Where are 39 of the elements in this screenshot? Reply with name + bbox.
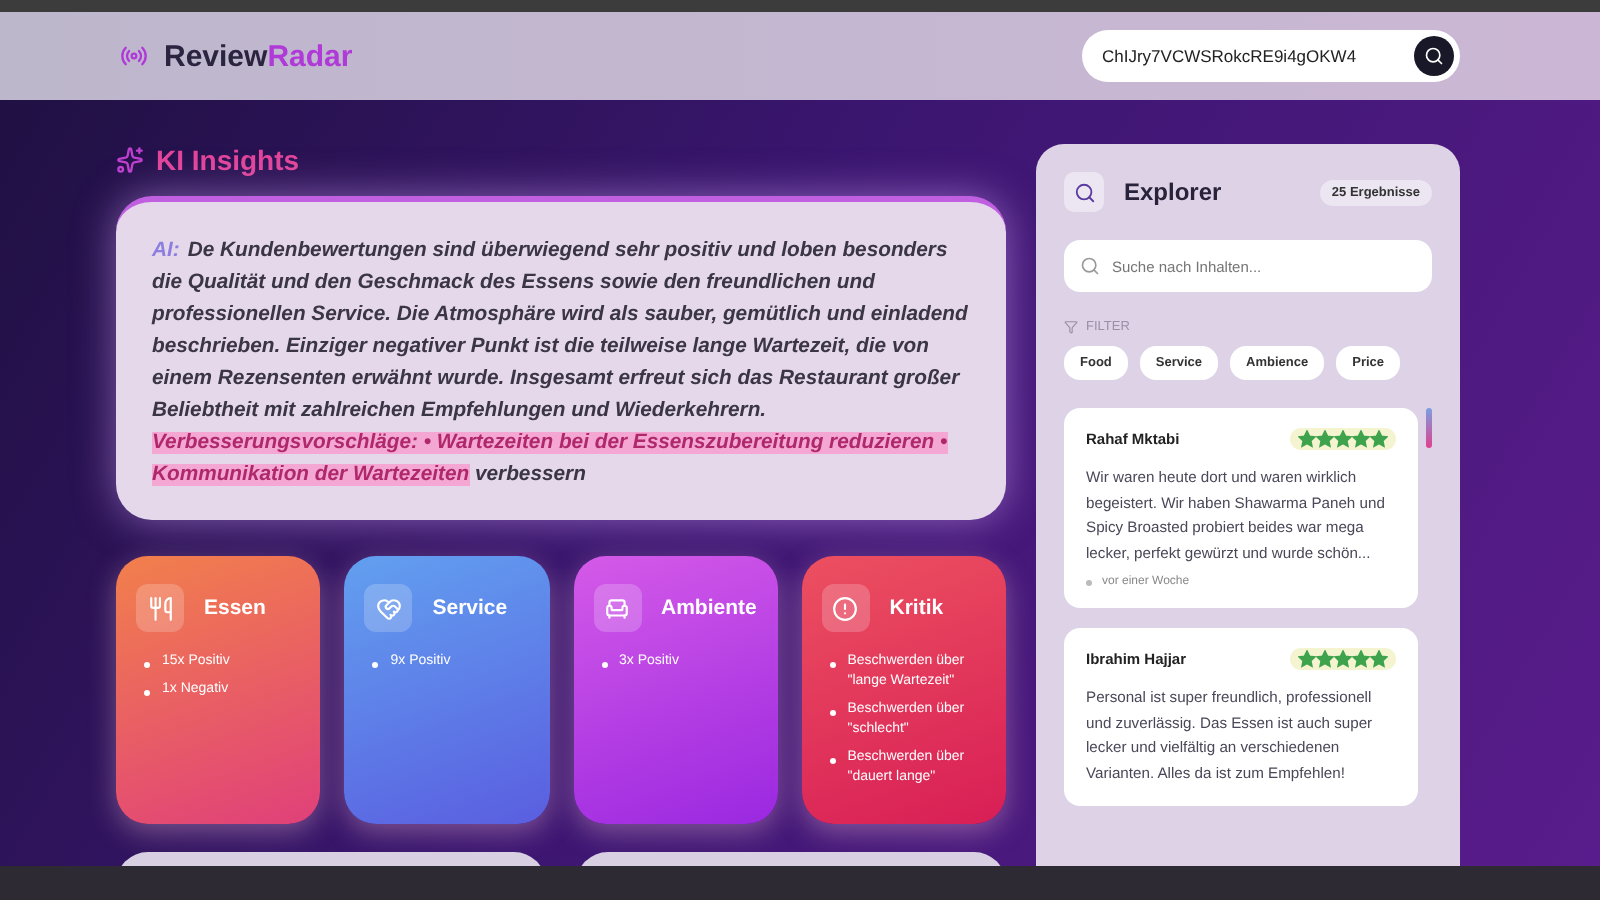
bullet-icon — [601, 662, 607, 668]
star-icon — [1334, 430, 1352, 448]
place-id-input[interactable]: ChIJry7VCWSRokcRE9i4gOKW4 — [1102, 46, 1402, 66]
sparkles-icon — [116, 146, 144, 174]
scrollbar[interactable] — [1426, 408, 1432, 448]
bullet-icon — [1086, 579, 1092, 585]
section-title: KI Insights — [156, 144, 300, 176]
bullet-icon — [829, 758, 836, 764]
place-id-field[interactable]: ChIJry7VCWSRokcRE9i4gOKW4 — [1082, 30, 1460, 82]
star-icon — [1334, 650, 1352, 668]
star-icon — [1370, 430, 1388, 448]
star-icon — [1316, 650, 1334, 668]
search-icon — [1424, 46, 1444, 66]
category-title: Ambiente — [661, 596, 757, 620]
star-icon — [1370, 650, 1388, 668]
utensils-icon — [136, 584, 184, 632]
star-icon — [1298, 650, 1316, 668]
category-title: Service — [432, 596, 508, 620]
bullet-icon — [829, 710, 836, 716]
category-title: Kritik — [889, 596, 944, 620]
alert-icon — [821, 584, 870, 632]
armchair-icon — [593, 584, 641, 632]
panel-title: Explorer — [1124, 178, 1224, 206]
bullet-icon — [144, 690, 150, 696]
filter-icon — [1064, 320, 1078, 334]
search-icon — [1064, 172, 1104, 212]
search-button[interactable] — [1414, 36, 1454, 76]
star-icon — [1316, 430, 1334, 448]
star-icon — [1298, 430, 1316, 448]
bullet-icon — [372, 662, 379, 668]
bullet-icon — [144, 662, 150, 668]
broadcast-icon — [120, 42, 148, 70]
star-icon — [1352, 430, 1370, 448]
insight-text: AI: De Kundenbewertungen sind überwiegend sehr positiv und loben besonders die Qualität und den Geschmack des Essens sowie den freundlichen und professionellen Service. Die Atmosphäre wird als sauber, gemütlich und einladend beschrieben. Einziger negativer Punkt ist die teilweise lange Wartezeit, die von einem Rezensenten erwähnt wurde. Insgesamt erfreut sich das Restaurant großer Beliebtheit mit zahlreichen Empfehlungen und Wiederkehrern. Verbesserungsvorschläge: • Wartezeiten bei der Essenszubereitung reduzieren • Kommunikation der Wartezeiten verbessern — [152, 238, 970, 490]
star-icon — [1352, 650, 1370, 668]
category-title: Essen — [204, 596, 266, 620]
app-logo: ReviewRadar — [164, 39, 353, 73]
search-icon — [1080, 256, 1100, 276]
bullet-icon — [829, 662, 836, 668]
